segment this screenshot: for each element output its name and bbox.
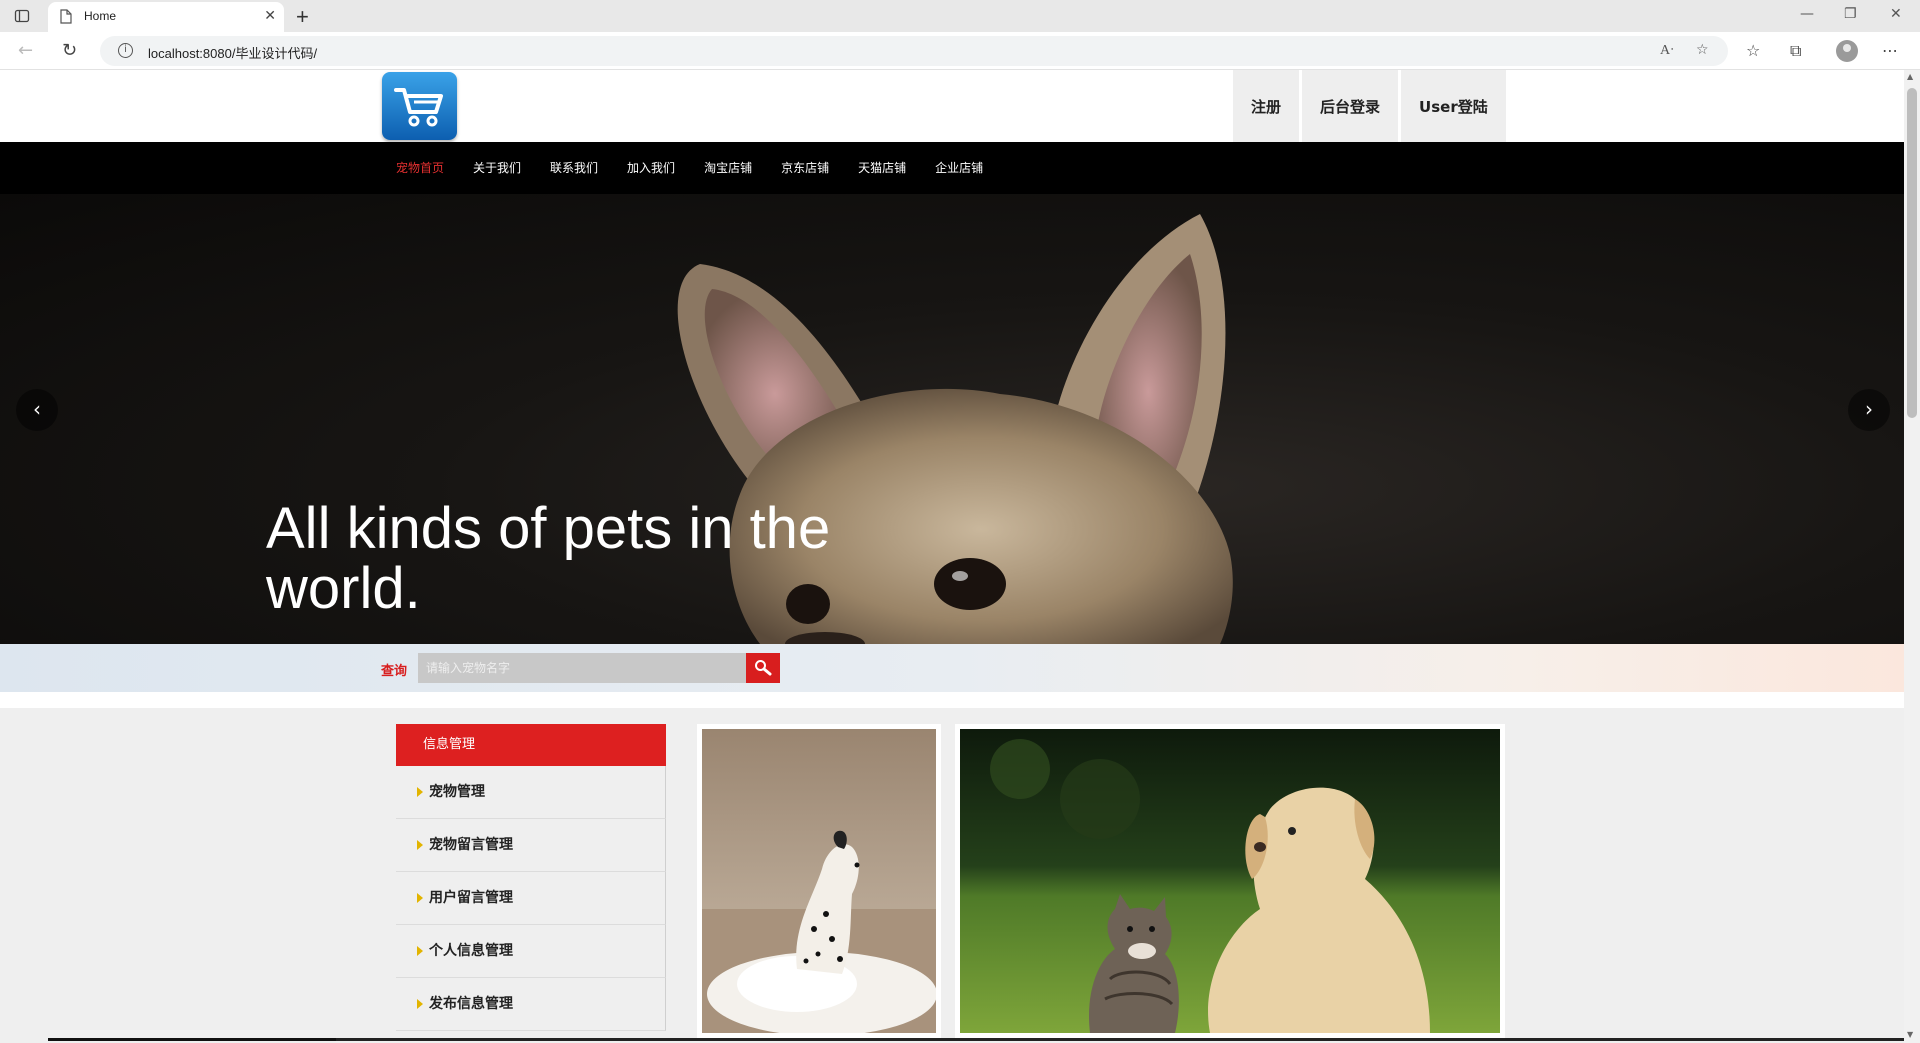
favorites-icon[interactable]: ☆ xyxy=(1746,41,1760,60)
sidebar-item-label: 个人信息管理 xyxy=(429,943,513,959)
browser-tab[interactable]: Home ✕ xyxy=(48,2,284,32)
nav-item-tmall-store[interactable]: 天猫店铺 xyxy=(858,142,906,194)
read-aloud-icon[interactable]: Aᐧ xyxy=(1660,42,1674,59)
carousel-prev-button[interactable]: ‹ xyxy=(16,389,58,431)
nav-item-enterprise-store[interactable]: 企业店铺 xyxy=(935,142,983,194)
address-bar-row: ← ↻ i localhost:8080/毕业设计代码/ Aᐧ ☆ ☆ ⧉ ⋯ xyxy=(0,32,1920,70)
nav-item-join-us[interactable]: 加入我们 xyxy=(627,142,675,194)
back-icon[interactable]: ← xyxy=(18,40,33,61)
address-bar[interactable]: i localhost:8080/毕业设计代码/ Aᐧ ☆ xyxy=(100,36,1728,66)
window-close-icon[interactable]: ✕ xyxy=(1890,6,1902,22)
bullet-icon xyxy=(417,840,423,850)
carousel-next-button[interactable]: › xyxy=(1848,389,1890,431)
scroll-down-icon[interactable]: ▼ xyxy=(1907,1030,1913,1039)
restore-icon[interactable]: ❐ xyxy=(1844,6,1857,22)
sidebar-item-pet-messages[interactable]: 宠物留言管理 xyxy=(396,819,666,872)
page-scrollbar[interactable]: ▲ ▼ xyxy=(1904,70,1920,1043)
main-nav: 宠物首页 关于我们 联系我们 加入我们 淘宝店铺 京东店铺 天猫店铺 企业店铺 xyxy=(0,142,1904,194)
bottom-divider xyxy=(336,1038,1904,1041)
refresh-icon[interactable]: ↻ xyxy=(62,40,77,61)
close-tab-icon[interactable]: ✕ xyxy=(264,8,276,24)
hero-caption: All kinds of pets in the world. xyxy=(266,496,831,621)
sidebar-item-label: 用户留言管理 xyxy=(429,890,513,906)
tab-title: Home xyxy=(84,9,117,23)
hero-carousel: All kinds of pets in the world. ‹ › xyxy=(0,194,1904,644)
bullet-icon xyxy=(417,893,423,903)
nav-item-taobao-store[interactable]: 淘宝店铺 xyxy=(704,142,752,194)
admin-login-link[interactable]: 后台登录 xyxy=(1302,70,1399,142)
more-menu-icon[interactable]: ⋯ xyxy=(1882,41,1898,60)
nav-item-contact-us[interactable]: 联系我们 xyxy=(550,142,598,194)
minimize-icon[interactable]: — xyxy=(1800,6,1814,22)
collections-icon[interactable]: ⧉ xyxy=(1790,41,1801,61)
page-icon xyxy=(60,9,72,28)
add-favorite-icon[interactable]: ☆ xyxy=(1696,42,1709,58)
header-links: 注册 后台登录 User登陆 xyxy=(1233,70,1509,142)
scrollbar-thumb[interactable] xyxy=(1907,88,1917,418)
sidebar-item-pet-management[interactable]: 宠物管理 xyxy=(396,766,666,819)
sidebar-item-user-messages[interactable]: 用户留言管理 xyxy=(396,872,666,925)
shop-logo[interactable] xyxy=(382,72,457,140)
bottom-divider xyxy=(48,1038,336,1041)
profile-avatar[interactable] xyxy=(1836,40,1858,62)
bullet-icon xyxy=(417,946,423,956)
nav-item-about-us[interactable]: 关于我们 xyxy=(473,142,521,194)
search-section: 查询 xyxy=(0,644,1904,692)
scroll-up-icon[interactable]: ▲ xyxy=(1907,72,1913,81)
pet-search-input[interactable] xyxy=(418,653,746,683)
dalmatian-photo[interactable] xyxy=(697,724,941,1038)
sidebar-item-label: 宠物留言管理 xyxy=(429,837,513,853)
content-area: 信息管理 宠物管理 宠物留言管理 用户留言管理 个人信息管理 发布信息管理 xyxy=(0,708,1904,1043)
search-icon xyxy=(755,660,772,676)
bullet-icon xyxy=(417,999,423,1009)
url-text[interactable]: localhost:8080/毕业设计代码/ xyxy=(148,43,317,62)
register-link[interactable]: 注册 xyxy=(1233,70,1300,142)
sidebar-heading: 信息管理 xyxy=(396,724,666,766)
user-login-link[interactable]: User登陆 xyxy=(1401,70,1506,142)
puppy-kitten-photo[interactable] xyxy=(955,724,1505,1038)
page-viewport: 注册 后台登录 User登陆 宠物首页 关于我们 联系我们 加入我们 淘宝店铺 … xyxy=(0,70,1904,1043)
info-management-sidebar: 信息管理 宠物管理 宠物留言管理 用户留言管理 个人信息管理 发布信息管理 xyxy=(396,724,666,1031)
tab-actions-icon[interactable] xyxy=(14,8,30,24)
search-button[interactable] xyxy=(746,653,780,683)
sidebar-item-publish-info[interactable]: 发布信息管理 xyxy=(396,978,666,1031)
new-tab-icon[interactable]: + xyxy=(296,4,309,30)
sidebar-item-label: 发布信息管理 xyxy=(429,996,513,1012)
nav-item-pet-home[interactable]: 宠物首页 xyxy=(396,142,444,194)
nav-item-jd-store[interactable]: 京东店铺 xyxy=(781,142,829,194)
browser-tabbar: Home ✕ + — ❐ ✕ xyxy=(0,0,1920,32)
sidebar-item-personal-info[interactable]: 个人信息管理 xyxy=(396,925,666,978)
search-label: 查询 xyxy=(381,664,408,679)
site-info-icon[interactable]: i xyxy=(118,43,133,58)
sidebar-item-label: 宠物管理 xyxy=(429,784,485,800)
bullet-icon xyxy=(417,787,423,797)
